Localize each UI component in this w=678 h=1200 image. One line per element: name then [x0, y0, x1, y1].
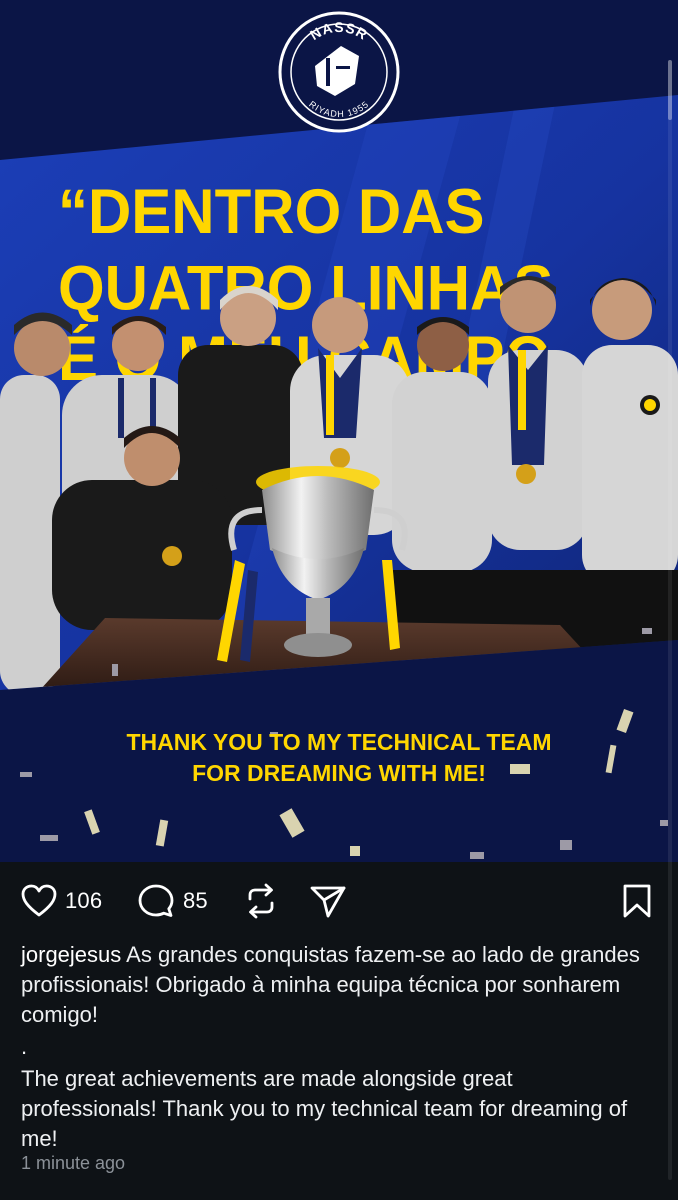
thank-you-line1: THANK YOU TO MY TECHNICAL TEAM	[126, 729, 551, 755]
action-bar: 106 85	[0, 862, 678, 940]
share-icon	[310, 886, 346, 918]
username-link[interactable]: jorgejesus	[21, 942, 121, 967]
repost-button[interactable]	[244, 882, 278, 920]
caption-portuguese: jorgejesus As grandes conquistas fazem-s…	[21, 940, 651, 1030]
post-photo-graphic: “DENTRO DAS QUATRO LINHAS É O MEU CAMPO	[0, 0, 678, 862]
like-button[interactable]: 106	[21, 882, 102, 920]
scrollbar[interactable]	[668, 60, 672, 1180]
nassr-logo: NASSR RIYADH 1955	[278, 11, 400, 133]
banner-quote-line1: “DENTRO DAS	[58, 177, 485, 248]
like-count: 106	[65, 888, 103, 913]
bookmark-icon	[623, 884, 651, 918]
repost-icon	[248, 883, 274, 919]
comment-button[interactable]: 85	[137, 882, 208, 920]
caption-separator: .	[21, 1034, 28, 1059]
banner-quote-line2: QUATRO LINHAS	[58, 253, 553, 324]
heart-icon	[21, 884, 57, 917]
caption: jorgejesus As grandes conquistas fazem-s…	[21, 940, 651, 1154]
comment-icon	[138, 884, 174, 917]
caption-text-en: The great achievements are made alongsid…	[21, 1066, 628, 1151]
comment-count: 85	[183, 888, 208, 913]
share-button[interactable]	[309, 882, 347, 920]
timestamp: 1 minute ago	[21, 1153, 126, 1173]
scrollbar-thumb[interactable]	[668, 60, 672, 120]
thank-you-line2: FOR DREAMING WITH ME!	[192, 760, 486, 786]
bookmark-button[interactable]	[621, 882, 653, 920]
post-image[interactable]: “DENTRO DAS QUATRO LINHAS É O MEU CAMPO	[0, 0, 678, 862]
